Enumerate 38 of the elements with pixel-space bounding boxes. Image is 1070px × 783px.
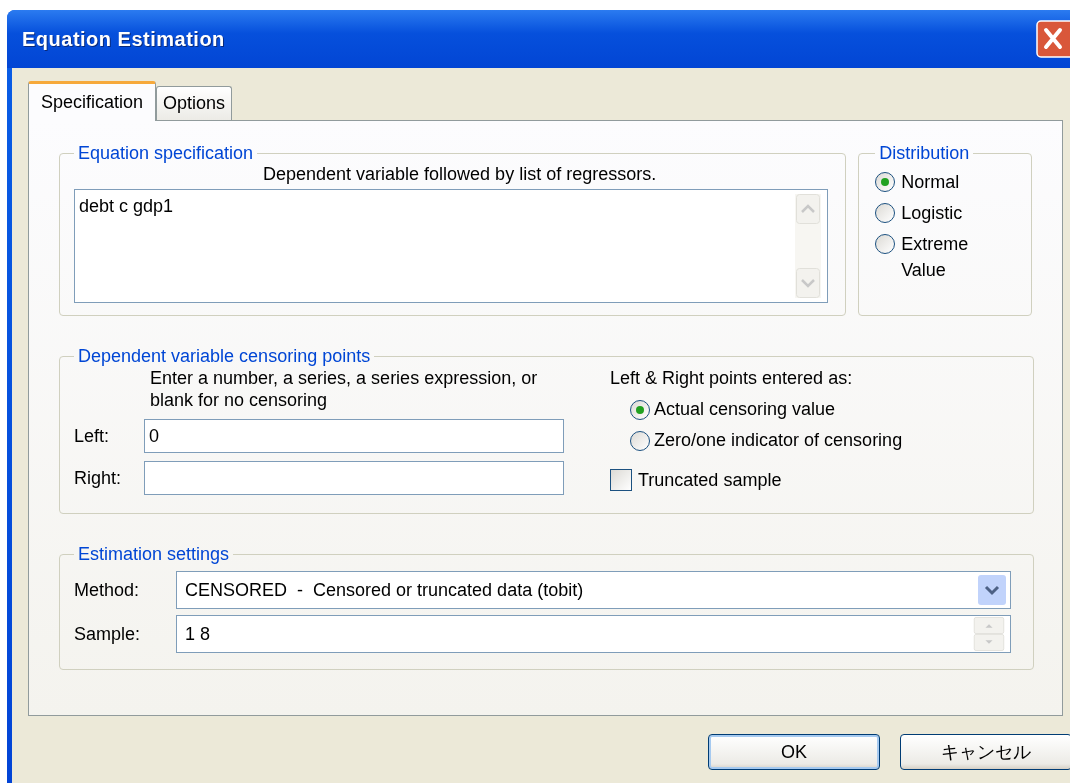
instruction-text: Enter a number, a series, a series expression, or blank for no censoring: [150, 367, 539, 411]
field-value: debt c gdp1: [79, 196, 174, 216]
radio-button[interactable]: [875, 234, 896, 254]
group-legend: Distribution: [875, 143, 974, 164]
radio-button[interactable]: [630, 399, 650, 420]
window-title: Equation Estimation: [22, 27, 225, 51]
field-label: Method:: [74, 579, 141, 601]
radio-label[interactable]: Actual censoring value: [654, 399, 836, 420]
field-value: 1 8: [185, 623, 211, 645]
input-field[interactable]: 0: [144, 419, 564, 453]
sample-field[interactable]: 1 8: [176, 615, 1011, 653]
radio-button[interactable]: [875, 203, 896, 223]
radio-button[interactable]: [630, 430, 650, 451]
field-label: Right:: [74, 467, 123, 489]
instruction-text: Dependent variable followed by list of regressors.: [261, 164, 658, 185]
radio-label[interactable]: Normal: [901, 169, 992, 195]
field-label: Sample:: [74, 623, 142, 645]
dialog-button[interactable]: OK: [708, 734, 880, 770]
tab[interactable]: Specification: [28, 81, 157, 121]
field-label: Left:: [74, 425, 111, 447]
field-value: 0: [149, 425, 159, 447]
group-legend: Equation specification: [74, 143, 258, 164]
tab[interactable]: Options: [156, 86, 233, 120]
radio-button[interactable]: [875, 172, 896, 192]
close-icon[interactable]: [1036, 20, 1070, 58]
group-legend: Dependent variable censoring points: [74, 346, 375, 367]
checkbox-label[interactable]: Truncated sample: [638, 469, 782, 491]
radio-label[interactable]: Extreme Value: [901, 231, 992, 283]
dropdown-value: CENSORED - Censored or truncated data (tobit): [185, 579, 584, 601]
dialog-button[interactable]: キャンセル: [900, 734, 1070, 770]
checkbox[interactable]: [610, 469, 632, 491]
method-dropdown[interactable]: CENSORED - Censored or truncated data (tobit): [176, 571, 1011, 609]
radio-label[interactable]: Zero/one indicator of censoring: [654, 430, 903, 451]
input-field[interactable]: [144, 461, 564, 495]
option-heading: Left & Right points entered as:: [610, 367, 854, 389]
radio-label[interactable]: Logistic: [901, 200, 992, 226]
group-legend: Estimation settings: [74, 544, 234, 565]
equation-field[interactable]: debt c gdp1: [74, 189, 828, 303]
